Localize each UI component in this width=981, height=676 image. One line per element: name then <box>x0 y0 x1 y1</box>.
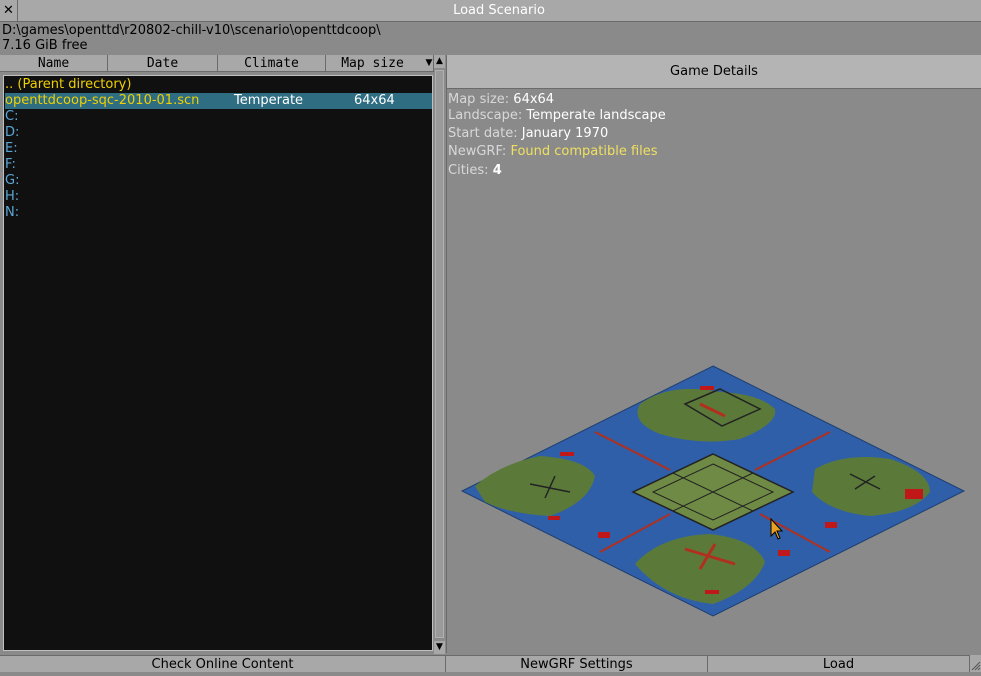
column-name[interactable]: Name <box>0 55 108 72</box>
detail-label: NewGRF: <box>448 144 507 159</box>
list-item-drive[interactable]: C: <box>5 109 432 125</box>
list-item-climate: Temperate <box>234 93 304 108</box>
list-item-drive[interactable]: G: <box>5 173 432 189</box>
column-date[interactable]: Date <box>108 55 218 72</box>
map-preview <box>460 365 966 617</box>
detail-label: Map size: <box>448 92 510 107</box>
list-item-label: N: <box>5 205 20 220</box>
load-button[interactable]: Load <box>708 655 970 672</box>
column-map-size[interactable]: Map size <box>326 55 434 72</box>
free-space: 7.16 GiB free <box>2 38 88 53</box>
sort-arrow-icon: ▼ <box>425 58 433 68</box>
detail-start-date: Start date: January 1970 <box>448 125 608 142</box>
list-item-parent[interactable]: .. (Parent directory) <box>5 77 432 93</box>
list-item-label: C: <box>5 109 19 124</box>
detail-label: Cities: <box>448 163 489 178</box>
list-item-label: E: <box>5 141 18 156</box>
list-item-drive[interactable]: F: <box>5 157 432 173</box>
mouse-cursor-icon <box>770 518 784 540</box>
window-title: Load Scenario <box>453 3 545 18</box>
game-details-header: Game Details <box>447 55 981 89</box>
list-item-label: F: <box>5 157 16 172</box>
check-online-content-button[interactable]: Check Online Content <box>0 655 446 672</box>
scrollbar-thumb[interactable] <box>435 70 444 638</box>
list-item-label: H: <box>5 189 20 204</box>
detail-value: 4 <box>492 163 502 178</box>
detail-label: Start date: <box>448 126 518 141</box>
scroll-up-button[interactable]: ▲ <box>434 55 445 68</box>
list-item-label: G: <box>5 173 20 188</box>
list-item-drive[interactable]: N: <box>5 205 432 221</box>
detail-newgrf: NewGRF: Found compatible files <box>448 143 658 160</box>
scroll-down-button[interactable]: ▼ <box>434 641 445 654</box>
detail-value: Found compatible files <box>510 144 658 159</box>
resize-grip[interactable] <box>970 655 981 672</box>
list-item-drive[interactable]: E: <box>5 141 432 157</box>
list-item-label: openttdcoop-sqc-2010-01.scn <box>5 93 200 108</box>
list-item-drive[interactable]: H: <box>5 189 432 205</box>
column-climate[interactable]: Climate <box>218 55 326 72</box>
file-list[interactable]: .. (Parent directory) openttdcoop-sqc-20… <box>3 75 433 651</box>
list-item-file[interactable]: openttdcoop-sqc-2010-01.scn Temperate 64… <box>5 93 432 109</box>
detail-landscape: Landscape: Temperate landscape <box>448 107 666 124</box>
detail-map-size: Map size: 64x64 <box>448 91 554 108</box>
detail-label: Landscape: <box>448 108 523 123</box>
list-item-map-size: 64x64 <box>354 93 395 108</box>
current-path: D:\games\openttd\r20802-chill-v10\scenar… <box>2 23 381 38</box>
close-button[interactable]: ✕ <box>0 0 18 21</box>
detail-value: Temperate landscape <box>526 108 666 123</box>
detail-value: January 1970 <box>521 126 609 141</box>
resize-grip-icon <box>971 661 981 671</box>
list-item-label: D: <box>5 125 20 140</box>
newgrf-settings-button[interactable]: NewGRF Settings <box>446 655 708 672</box>
detail-value: 64x64 <box>513 92 555 107</box>
detail-cities: Cities: 4 <box>448 162 502 179</box>
list-item-drive[interactable]: D: <box>5 125 432 141</box>
list-item-label: .. (Parent directory) <box>5 77 132 92</box>
